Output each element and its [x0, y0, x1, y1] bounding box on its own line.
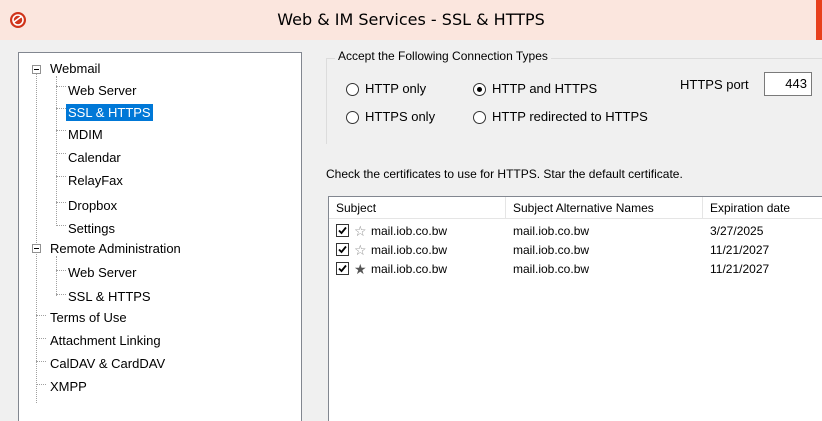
tree-connector [56, 108, 66, 109]
navigation-tree[interactable]: Webmail Web Server SSL & HTTPS MDIM Cale… [18, 52, 302, 421]
column-header-expiration[interactable]: Expiration date [703, 197, 822, 219]
radio-label: HTTP only [365, 81, 427, 96]
tree-item-label: Settings [68, 221, 115, 236]
certificate-instructions: Check the certificates to use for HTTPS.… [326, 167, 683, 181]
tree-item-label: MDIM [68, 127, 103, 142]
star-outline-icon[interactable]: ☆ [354, 241, 367, 259]
connection-types-title: Accept the Following Connection Types [335, 49, 551, 63]
tree-item-mdim[interactable]: MDIM [66, 125, 105, 145]
tree-item-terms-of-use[interactable]: Terms of Use [48, 308, 129, 328]
tree-item-remote-web-server[interactable]: Web Server [66, 263, 138, 283]
radio-label: HTTP redirected to HTTPS [492, 109, 648, 124]
tree-item-label: Webmail [50, 61, 101, 76]
star-filled-icon[interactable]: ★ [354, 260, 367, 278]
radio-https-only[interactable]: HTTPS only [346, 108, 435, 126]
tree-item-relayfax[interactable]: RelayFax [66, 171, 125, 191]
tree-connector [36, 338, 46, 339]
radio-dot[interactable] [473, 82, 486, 96]
tree-connector [36, 384, 46, 385]
tree-item-xmpp[interactable]: XMPP [48, 377, 89, 397]
tree-connector [56, 256, 57, 296]
certificate-checkbox[interactable] [336, 262, 349, 275]
tree-item-calendar[interactable]: Calendar [66, 148, 123, 168]
tree-connector [56, 270, 66, 271]
tree-item-remote-administration[interactable]: Remote Administration [48, 239, 183, 259]
cell-expiration: 3/27/2025 [710, 224, 764, 238]
radio-http-only[interactable]: HTTP only [346, 80, 426, 98]
tree-item-caldav-carddav[interactable]: CalDAV & CardDAV [48, 354, 167, 374]
tree-connector [56, 294, 66, 295]
radio-http-and-https[interactable]: HTTP and HTTPS [473, 80, 597, 98]
tree-connector [56, 225, 66, 226]
tree-connector [56, 86, 66, 87]
tree-item-label: Remote Administration [50, 241, 181, 256]
tree-item-label: Web Server [68, 83, 137, 98]
radio-label: HTTPS only [365, 109, 436, 124]
tree-item-webmail-web-server[interactable]: Web Server [66, 81, 138, 101]
radio-label: HTTP and HTTPS [492, 81, 598, 96]
tree-connector [36, 315, 46, 316]
certificate-checkbox[interactable] [336, 224, 349, 237]
tree-item-label: CalDAV & CardDAV [50, 356, 166, 371]
collapse-webmail-icon[interactable] [32, 65, 41, 74]
cell-san: mail.iob.co.bw [513, 243, 590, 257]
connection-types-group [326, 58, 822, 144]
radio-dot[interactable] [473, 110, 486, 124]
tree-item-label: XMPP [50, 379, 87, 394]
https-port-label: HTTPS port [680, 77, 749, 92]
title-bar-accent [816, 0, 822, 40]
cell-san: mail.iob.co.bw [513, 224, 590, 238]
tree-connector [56, 153, 66, 154]
tree-connector [56, 76, 57, 226]
tree-connector [56, 202, 66, 203]
cell-subject: mail.iob.co.bw [371, 243, 448, 257]
tree-item-dropbox[interactable]: Dropbox [66, 196, 119, 216]
cell-san: mail.iob.co.bw [513, 262, 590, 276]
tree-item-label: Web Server [68, 265, 137, 280]
tree-item-webmail[interactable]: Webmail [48, 59, 102, 79]
tree-item-label: SSL & HTTPS [66, 104, 153, 121]
https-port-input[interactable]: 443 [764, 72, 812, 96]
table-row[interactable]: ☆ mail.iob.co.bw mail.iob.co.bw 3/27/202… [329, 222, 822, 240]
column-header-san[interactable]: Subject Alternative Names [506, 197, 703, 219]
tree-item-webmail-ssl-https[interactable]: SSL & HTTPS [66, 103, 153, 123]
tree-item-settings[interactable]: Settings [66, 219, 117, 239]
tree-item-label: Calendar [68, 150, 121, 165]
cell-expiration: 11/21/2027 [710, 262, 770, 276]
column-header-subject[interactable]: Subject [329, 197, 506, 219]
window-title: Web & IM Services - SSL & HTTPS [277, 10, 545, 29]
tree-item-label: Dropbox [68, 198, 118, 213]
tree-item-label: SSL & HTTPS [68, 289, 151, 304]
tree-connector [36, 361, 46, 362]
star-outline-icon[interactable]: ☆ [354, 222, 367, 240]
table-row[interactable]: ★ mail.iob.co.bw mail.iob.co.bw 11/21/20… [329, 260, 822, 278]
tree-item-label: Terms of Use [50, 310, 127, 325]
certificate-list[interactable]: Subject Subject Alternative Names Expira… [328, 196, 822, 421]
tree-item-label: Attachment Linking [50, 333, 161, 348]
tree-item-attachment-linking[interactable]: Attachment Linking [48, 331, 163, 351]
radio-dot[interactable] [346, 82, 359, 96]
cell-expiration: 11/21/2027 [710, 243, 770, 257]
table-row[interactable]: ☆ mail.iob.co.bw mail.iob.co.bw 11/21/20… [329, 241, 822, 259]
collapse-remote-admin-icon[interactable] [32, 244, 41, 253]
tree-connector [56, 130, 66, 131]
certificate-checkbox[interactable] [336, 243, 349, 256]
radio-http-redirected-to-https[interactable]: HTTP redirected to HTTPS [473, 108, 648, 126]
title-bar: Web & IM Services - SSL & HTTPS [0, 0, 822, 40]
tree-connector [56, 176, 66, 177]
radio-dot[interactable] [346, 110, 359, 124]
tree-item-label: RelayFax [68, 173, 123, 188]
tree-item-remote-ssl-https[interactable]: SSL & HTTPS [66, 287, 153, 307]
cell-subject: mail.iob.co.bw [371, 224, 448, 238]
cell-subject: mail.iob.co.bw [371, 262, 448, 276]
tree-connector [36, 73, 37, 403]
